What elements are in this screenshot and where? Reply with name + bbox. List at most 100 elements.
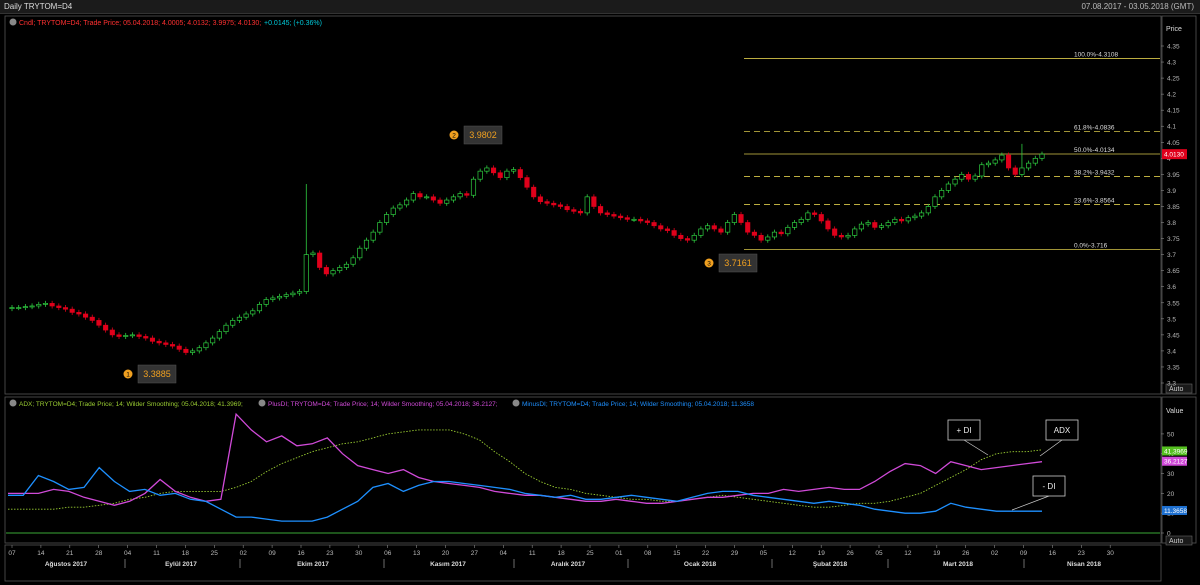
- x-tick-label: 08: [644, 550, 652, 557]
- price-tick-label: 3.9: [1167, 188, 1176, 195]
- x-tick-label: 12: [904, 550, 912, 557]
- candle-body: [584, 196, 590, 214]
- candle-body: [343, 263, 349, 268]
- x-tick-label: 07: [8, 550, 16, 557]
- candle-body: [317, 252, 323, 268]
- candle-body: [470, 178, 477, 196]
- candle-body: [1032, 157, 1038, 164]
- candle-body: [437, 199, 443, 204]
- candle-body: [190, 350, 196, 353]
- price-tick-label: 4.2: [1167, 92, 1176, 99]
- candle-body: [537, 196, 543, 203]
- candle-body: [310, 252, 316, 255]
- x-month-label: Aralık 2017: [551, 561, 586, 568]
- x-tick-label: 30: [355, 550, 363, 557]
- candle-body: [390, 207, 396, 215]
- candle-body: [992, 159, 998, 164]
- price-tick-label: 3.8: [1167, 220, 1176, 227]
- candle-body: [564, 206, 570, 211]
- candle-body: [216, 331, 222, 339]
- candle-body: [103, 324, 109, 331]
- candle-body: [62, 307, 69, 310]
- candle-body: [624, 217, 630, 220]
- candle-body: [497, 172, 503, 178]
- price-tick-label: 3.5: [1167, 316, 1176, 323]
- candle-body: [778, 231, 784, 235]
- price-axis-title: Price: [1166, 26, 1182, 33]
- candle-body: [738, 214, 744, 223]
- candle-body: [283, 294, 289, 297]
- x-tick-label: 05: [875, 550, 883, 557]
- candle-body: [263, 299, 269, 305]
- fib-level-label: 100.0%-4.3108: [1074, 52, 1118, 59]
- candle-body: [424, 196, 430, 199]
- candle-body: [123, 335, 129, 337]
- adx-legend-icon[interactable]: [9, 399, 17, 407]
- candle-body: [832, 228, 838, 236]
- candle-body: [858, 223, 864, 230]
- candle-body: [925, 206, 931, 214]
- x-month-label: Mart 2018: [943, 561, 973, 568]
- candle-body: [818, 214, 824, 222]
- candle-body: [484, 167, 490, 172]
- price-tick-label: 3.45: [1167, 332, 1180, 339]
- minusdi-legend-icon[interactable]: [512, 399, 520, 407]
- x-month-label: Şubat 2018: [813, 561, 848, 568]
- candle-body: [203, 342, 209, 349]
- candle-body: [83, 313, 89, 318]
- candle-body: [383, 214, 390, 223]
- price-tick-label: 4.35: [1167, 44, 1180, 51]
- chart-canvas[interactable]: Cndl; TRYTOM=D4; Trade Price; 05.04.2018…: [0, 0, 1200, 585]
- candle-body: [89, 316, 95, 321]
- candle-body: [29, 305, 35, 308]
- candle-body: [765, 236, 771, 241]
- candle-body: [898, 218, 905, 222]
- candle-body: [798, 218, 804, 223]
- plusdi-legend-icon[interactable]: [258, 399, 266, 407]
- indicator-tick-label: 0: [1167, 531, 1171, 538]
- candle-body: [109, 329, 115, 336]
- x-tick-label: 06: [384, 550, 392, 557]
- x-tick-label: 04: [500, 550, 508, 557]
- x-tick-label: 20: [442, 550, 450, 557]
- candle-body: [143, 336, 149, 339]
- price-legend-icon[interactable]: [9, 18, 17, 26]
- candle-body: [504, 170, 510, 178]
- candle-body: [939, 190, 945, 198]
- candle-body: [76, 312, 82, 315]
- fib-level-label: 61.8%-4.0836: [1074, 125, 1115, 132]
- candle-body: [464, 193, 470, 196]
- candle-body: [477, 170, 483, 180]
- candle-body: [785, 226, 791, 235]
- candle-body: [705, 225, 711, 230]
- candle-body: [444, 199, 450, 204]
- candle-body: [256, 304, 263, 312]
- candle-body: [457, 193, 463, 198]
- candle-body: [678, 235, 684, 239]
- candle-body: [524, 177, 530, 188]
- candle-body: [183, 348, 189, 353]
- candle-body: [892, 218, 898, 223]
- candle-body: [36, 304, 42, 307]
- price-tick-label: 3.3: [1167, 381, 1176, 388]
- x-month-label: Ekim 2017: [297, 561, 329, 568]
- candle-body: [751, 231, 757, 236]
- candle-body: [337, 267, 343, 272]
- price-tick-label: 4.05: [1167, 140, 1180, 147]
- pivot-value: 3.7161: [724, 258, 752, 268]
- candle-body: [56, 305, 62, 308]
- candle-body: [698, 228, 704, 236]
- candle-body: [791, 222, 798, 228]
- price-panel-frame: [4, 15, 1162, 395]
- x-tick-label: 25: [211, 550, 219, 557]
- candle-body: [223, 324, 229, 332]
- price-tick-label: 3.7: [1167, 252, 1176, 259]
- candle-body: [363, 239, 370, 249]
- minus-di-callout-label: - DI: [1043, 482, 1056, 491]
- x-tick-label: 18: [182, 550, 190, 557]
- candle-body: [905, 217, 911, 222]
- candle-body: [577, 210, 584, 214]
- candle-body: [845, 235, 851, 238]
- x-tick-label: 02: [240, 550, 248, 557]
- candle-body: [276, 295, 283, 299]
